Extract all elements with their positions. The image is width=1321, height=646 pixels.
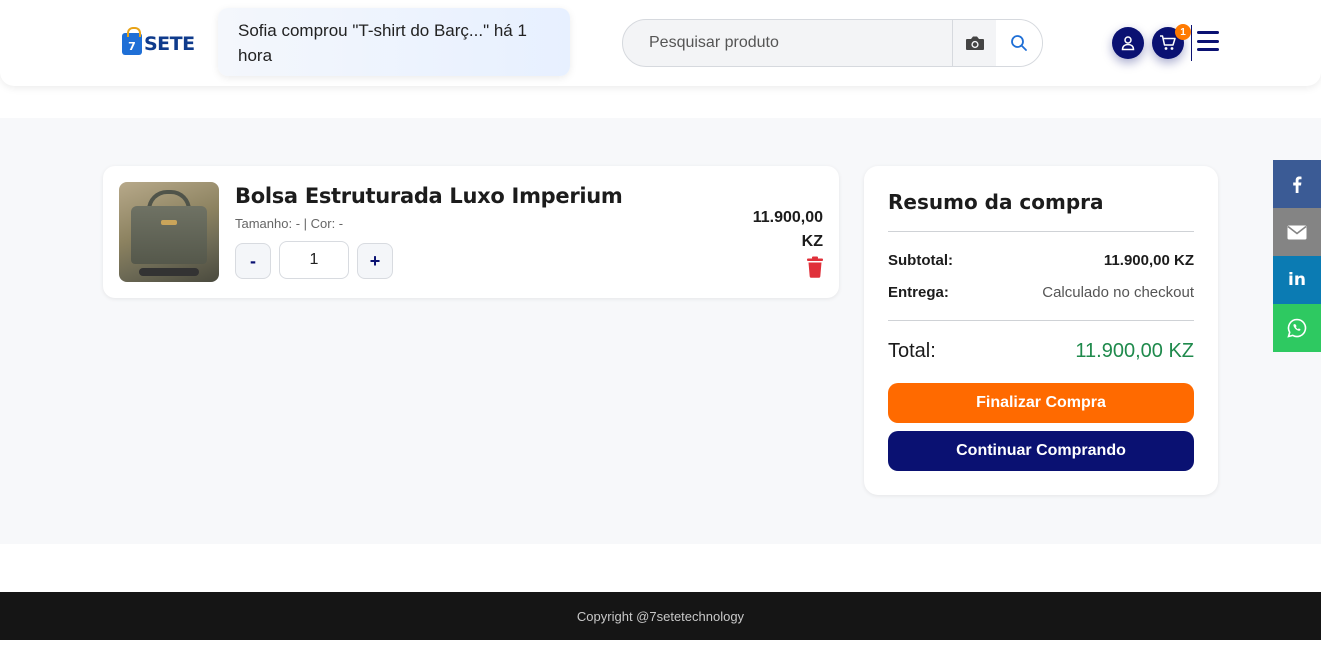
delivery-row: Entrega: Calculado no checkout	[888, 284, 1194, 301]
user-icon	[1121, 36, 1135, 51]
subtotal-value: 11.900,00 KZ	[1103, 252, 1194, 269]
quantity-input[interactable]	[279, 241, 349, 279]
camera-icon	[965, 36, 984, 50]
logo[interactable]: 7 SETE	[122, 27, 195, 57]
cart-count-badge: 1	[1175, 24, 1191, 40]
product-title[interactable]: Bolsa Estruturada Luxo Imperium	[235, 184, 623, 208]
site-footer: Copyright @7setetechnology	[0, 592, 1321, 640]
menu-button[interactable]	[1197, 31, 1219, 51]
search-bar	[622, 19, 1043, 67]
copyright-text: Copyright @7setetechnology	[576, 608, 745, 624]
facebook-icon	[1293, 176, 1302, 193]
linkedin-icon: in	[1288, 270, 1306, 290]
cart-item: Bolsa Estruturada Luxo Imperium Tamanho:…	[103, 166, 839, 298]
share-email-button[interactable]	[1273, 208, 1321, 256]
product-options: Tamanho: - | Cor: -	[235, 216, 344, 231]
subtotal-row: Subtotal: 11.900,00 KZ	[888, 252, 1194, 269]
summary-divider	[888, 320, 1194, 321]
total-label: Total:	[888, 340, 936, 362]
search-button[interactable]	[996, 20, 1042, 66]
total-row: Total: 11.900,00 KZ	[888, 340, 1194, 363]
trash-icon[interactable]	[806, 256, 824, 278]
purchase-notification: Sofia comprou "T-shirt do Barç..." há 1 …	[218, 8, 570, 76]
share-facebook-button[interactable]	[1273, 160, 1321, 208]
logo-number: 7	[128, 40, 136, 53]
share-bar: in	[1273, 160, 1321, 352]
summary-divider	[888, 231, 1194, 232]
decrease-quantity-button[interactable]: -	[235, 243, 271, 279]
share-linkedin-button[interactable]: in	[1273, 256, 1321, 304]
hamburger-icon	[1197, 31, 1219, 34]
increase-quantity-button[interactable]: +	[357, 243, 393, 279]
summary-title: Resumo da compra	[888, 190, 1104, 214]
search-icon	[1011, 35, 1027, 51]
share-whatsapp-button[interactable]	[1273, 304, 1321, 352]
logo-text: SETE	[144, 33, 195, 55]
continue-shopping-button[interactable]: Continuar Comprando	[888, 431, 1194, 471]
cart-page: Bolsa Estruturada Luxo Imperium Tamanho:…	[0, 118, 1321, 544]
search-input[interactable]	[623, 20, 952, 66]
email-icon	[1287, 225, 1307, 239]
shopping-bag-icon: 7	[122, 27, 142, 55]
header-divider	[1191, 25, 1192, 61]
order-summary: Resumo da compra Subtotal: 11.900,00 KZ …	[864, 166, 1218, 495]
product-image[interactable]	[119, 182, 219, 282]
subtotal-label: Subtotal:	[888, 252, 953, 269]
cart-icon	[1160, 35, 1176, 50]
checkout-button[interactable]: Finalizar Compra	[888, 383, 1194, 423]
account-button[interactable]	[1112, 27, 1144, 59]
camera-search-button[interactable]	[952, 20, 996, 66]
total-value: 11.900,00 KZ	[1075, 340, 1194, 362]
whatsapp-icon	[1287, 318, 1307, 338]
delivery-label: Entrega:	[888, 284, 949, 301]
site-header: 7 SETE Sofia comprou "T-shirt do Barç...…	[0, 0, 1321, 86]
product-price: 11.900,00 KZ	[752, 209, 823, 250]
delivery-value: Calculado no checkout	[1042, 284, 1194, 301]
